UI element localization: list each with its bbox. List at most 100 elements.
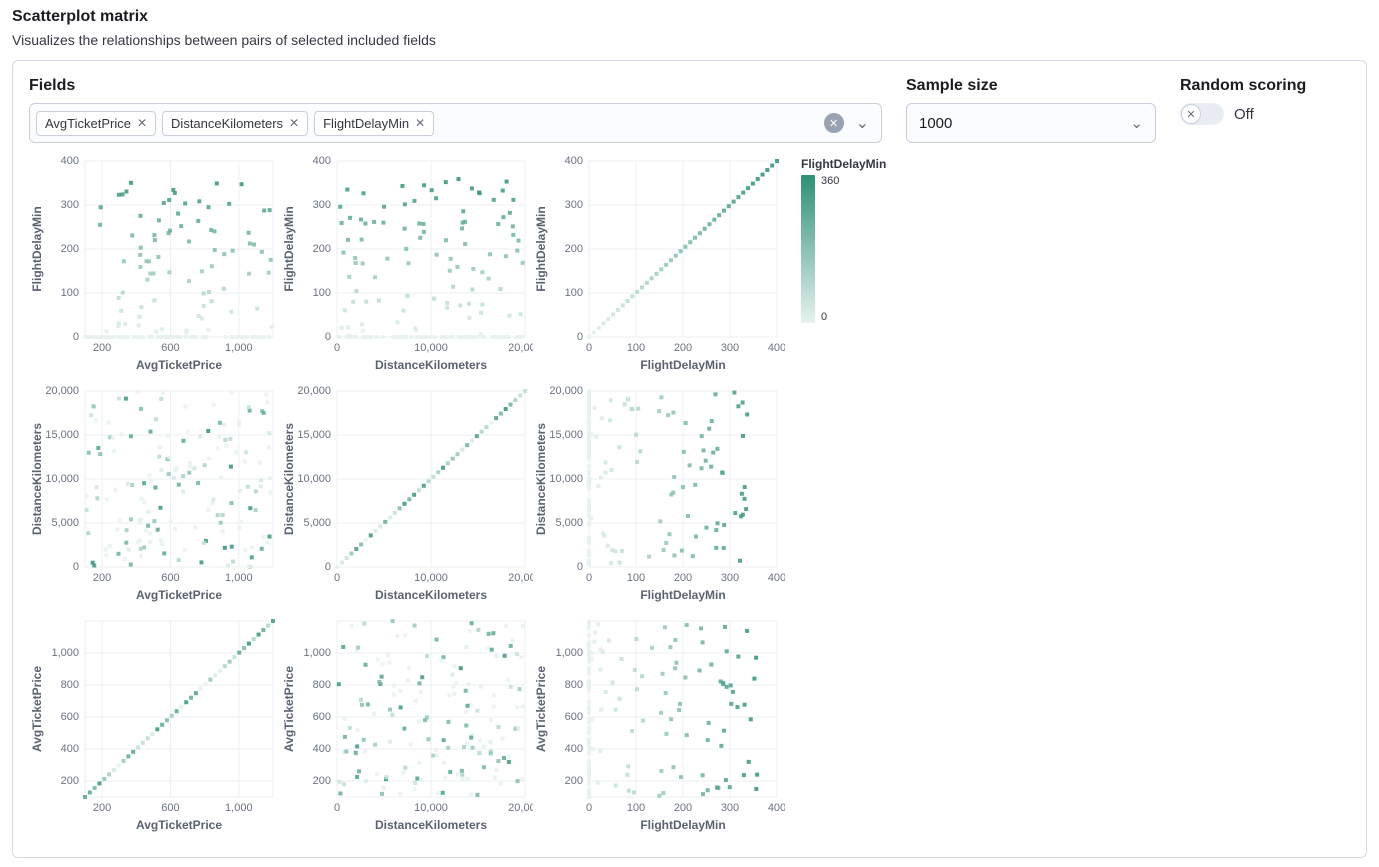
svg-text:300: 300 xyxy=(61,199,79,211)
field-tag[interactable]: AvgTicketPrice ✕ xyxy=(36,111,156,136)
svg-text:800: 800 xyxy=(313,679,331,691)
svg-text:0: 0 xyxy=(577,331,583,343)
svg-text:5,000: 5,000 xyxy=(303,517,331,529)
svg-text:5,000: 5,000 xyxy=(555,517,583,529)
fields-label: Fields xyxy=(29,77,882,95)
random-scoring-toggle[interactable]: ✕ xyxy=(1180,103,1224,125)
svg-text:10,000: 10,000 xyxy=(549,473,583,485)
scatter-cell[interactable]: 010,00020,0002004006008001,000DistanceKi… xyxy=(281,611,533,841)
svg-text:1,000: 1,000 xyxy=(225,802,253,814)
scatterplot-matrix-panel: Fields AvgTicketPrice ✕ DistanceKilomete… xyxy=(12,60,1367,858)
random-scoring-label: Random scoring xyxy=(1180,77,1350,95)
svg-text:DistanceKilometers: DistanceKilometers xyxy=(375,588,487,602)
scatter-cell[interactable]: 2006001,00005,00010,00015,00020,000AvgTi… xyxy=(29,381,281,611)
scatter-cell[interactable]: 2006001,0000100200300400AvgTicketPriceFl… xyxy=(29,151,281,381)
scatter-cell[interactable]: 01002003004002004006008001,000FlightDela… xyxy=(533,611,785,841)
remove-field-icon[interactable]: ✕ xyxy=(289,116,299,130)
svg-text:200: 200 xyxy=(674,572,692,584)
svg-text:20,000: 20,000 xyxy=(508,802,533,814)
svg-text:AvgTicketPrice: AvgTicketPrice xyxy=(136,588,222,602)
svg-text:AvgTicketPrice: AvgTicketPrice xyxy=(30,666,44,752)
svg-text:100: 100 xyxy=(627,802,645,814)
svg-text:800: 800 xyxy=(565,679,583,691)
svg-text:300: 300 xyxy=(721,572,739,584)
svg-text:DistanceKilometers: DistanceKilometers xyxy=(375,818,487,832)
svg-text:1,000: 1,000 xyxy=(51,647,79,659)
open-fields-dropdown-icon[interactable]: ⌄ xyxy=(850,113,875,133)
svg-text:DistanceKilometers: DistanceKilometers xyxy=(534,423,548,535)
svg-text:300: 300 xyxy=(565,199,583,211)
sample-size-select[interactable]: 1000 ⌄ xyxy=(906,103,1156,143)
remove-field-icon[interactable]: ✕ xyxy=(137,116,147,130)
svg-text:FlightDelayMin: FlightDelayMin xyxy=(30,206,44,291)
svg-text:10,000: 10,000 xyxy=(414,342,448,354)
scatter-cell[interactable]: 01002003004000100200300400FlightDelayMin… xyxy=(533,151,785,381)
field-tag[interactable]: FlightDelayMin ✕ xyxy=(314,111,434,136)
svg-text:600: 600 xyxy=(161,802,179,814)
scatter-cell[interactable]: 010020030040005,00010,00015,00020,000Fli… xyxy=(533,381,785,611)
scatterplot-matrix: 200 600 1,000 0 100 200 300 400 AvgTicketPrice Fl… xyxy=(29,151,785,841)
svg-text:400: 400 xyxy=(61,743,79,755)
svg-text:600: 600 xyxy=(161,342,179,354)
field-tag-label: AvgTicketPrice xyxy=(45,116,131,131)
svg-text:0: 0 xyxy=(586,342,592,354)
svg-text:0: 0 xyxy=(325,331,331,343)
svg-text:100: 100 xyxy=(627,342,645,354)
svg-text:300: 300 xyxy=(313,199,331,211)
remove-field-icon[interactable]: ✕ xyxy=(415,116,425,130)
svg-text:600: 600 xyxy=(565,711,583,723)
controls-row: Fields AvgTicketPrice ✕ DistanceKilomete… xyxy=(29,77,1350,143)
svg-text:0: 0 xyxy=(577,561,583,573)
svg-text:FlightDelayMin: FlightDelayMin xyxy=(282,206,296,291)
legend-max: 360 xyxy=(821,175,839,187)
page-description: Visualizes the relationships between pai… xyxy=(12,32,1367,48)
svg-text:AvgTicketPrice: AvgTicketPrice xyxy=(136,818,222,832)
clear-fields-icon[interactable]: ✕ xyxy=(824,113,844,133)
toggle-thumb-icon: ✕ xyxy=(1181,104,1201,124)
svg-text:0: 0 xyxy=(73,561,79,573)
svg-text:400: 400 xyxy=(768,802,785,814)
scatter-cell[interactable]: 2006001,0002004006008001,000AvgTicketPri… xyxy=(29,611,281,841)
svg-text:AvgTicketPrice: AvgTicketPrice xyxy=(282,666,296,752)
svg-text:0: 0 xyxy=(586,802,592,814)
svg-text:1,000: 1,000 xyxy=(225,342,253,354)
scatter-cell[interactable]: 0 10,000 20,000 0 100 200 300 400 DistanceKilome… xyxy=(281,151,533,381)
svg-text:15,000: 15,000 xyxy=(297,429,331,441)
svg-text:600: 600 xyxy=(61,711,79,723)
sample-size-label: Sample size xyxy=(906,77,1156,95)
random-scoring-state: Off xyxy=(1234,106,1254,123)
svg-text:200: 200 xyxy=(93,572,111,584)
scatter-cell[interactable]: 010,00020,00005,00010,00015,00020,000Dis… xyxy=(281,381,533,611)
svg-text:20,000: 20,000 xyxy=(508,342,533,354)
sample-size-value: 1000 xyxy=(919,115,952,132)
svg-text:20,000: 20,000 xyxy=(508,572,533,584)
field-tag[interactable]: DistanceKilometers ✕ xyxy=(162,111,308,136)
svg-text:300: 300 xyxy=(721,802,739,814)
svg-text:100: 100 xyxy=(627,572,645,584)
svg-text:FlightDelayMin: FlightDelayMin xyxy=(640,818,725,832)
svg-text:200: 200 xyxy=(313,243,331,255)
fields-combobox[interactable]: AvgTicketPrice ✕ DistanceKilometers ✕ Fl… xyxy=(29,103,882,143)
svg-text:200: 200 xyxy=(674,342,692,354)
svg-text:200: 200 xyxy=(93,342,111,354)
svg-text:DistanceKilometers: DistanceKilometers xyxy=(375,358,487,372)
svg-text:1,000: 1,000 xyxy=(225,572,253,584)
svg-text:0: 0 xyxy=(334,342,340,354)
svg-text:DistanceKilometers: DistanceKilometers xyxy=(282,423,296,535)
svg-text:1,000: 1,000 xyxy=(303,647,331,659)
svg-text:200: 200 xyxy=(93,802,111,814)
chevron-down-icon: ⌄ xyxy=(1130,114,1143,132)
svg-text:100: 100 xyxy=(61,287,79,299)
svg-text:600: 600 xyxy=(161,572,179,584)
svg-text:200: 200 xyxy=(61,775,79,787)
page-title: Scatterplot matrix xyxy=(12,8,1367,26)
svg-text:1,000: 1,000 xyxy=(555,647,583,659)
legend-min: 0 xyxy=(821,311,839,323)
field-tag-label: DistanceKilometers xyxy=(171,116,283,131)
svg-text:300: 300 xyxy=(721,342,739,354)
svg-text:400: 400 xyxy=(313,155,331,167)
svg-text:AvgTicketPrice: AvgTicketPrice xyxy=(136,358,222,372)
field-tag-label: FlightDelayMin xyxy=(323,116,409,131)
svg-text:100: 100 xyxy=(313,287,331,299)
svg-text:20,000: 20,000 xyxy=(549,385,583,397)
